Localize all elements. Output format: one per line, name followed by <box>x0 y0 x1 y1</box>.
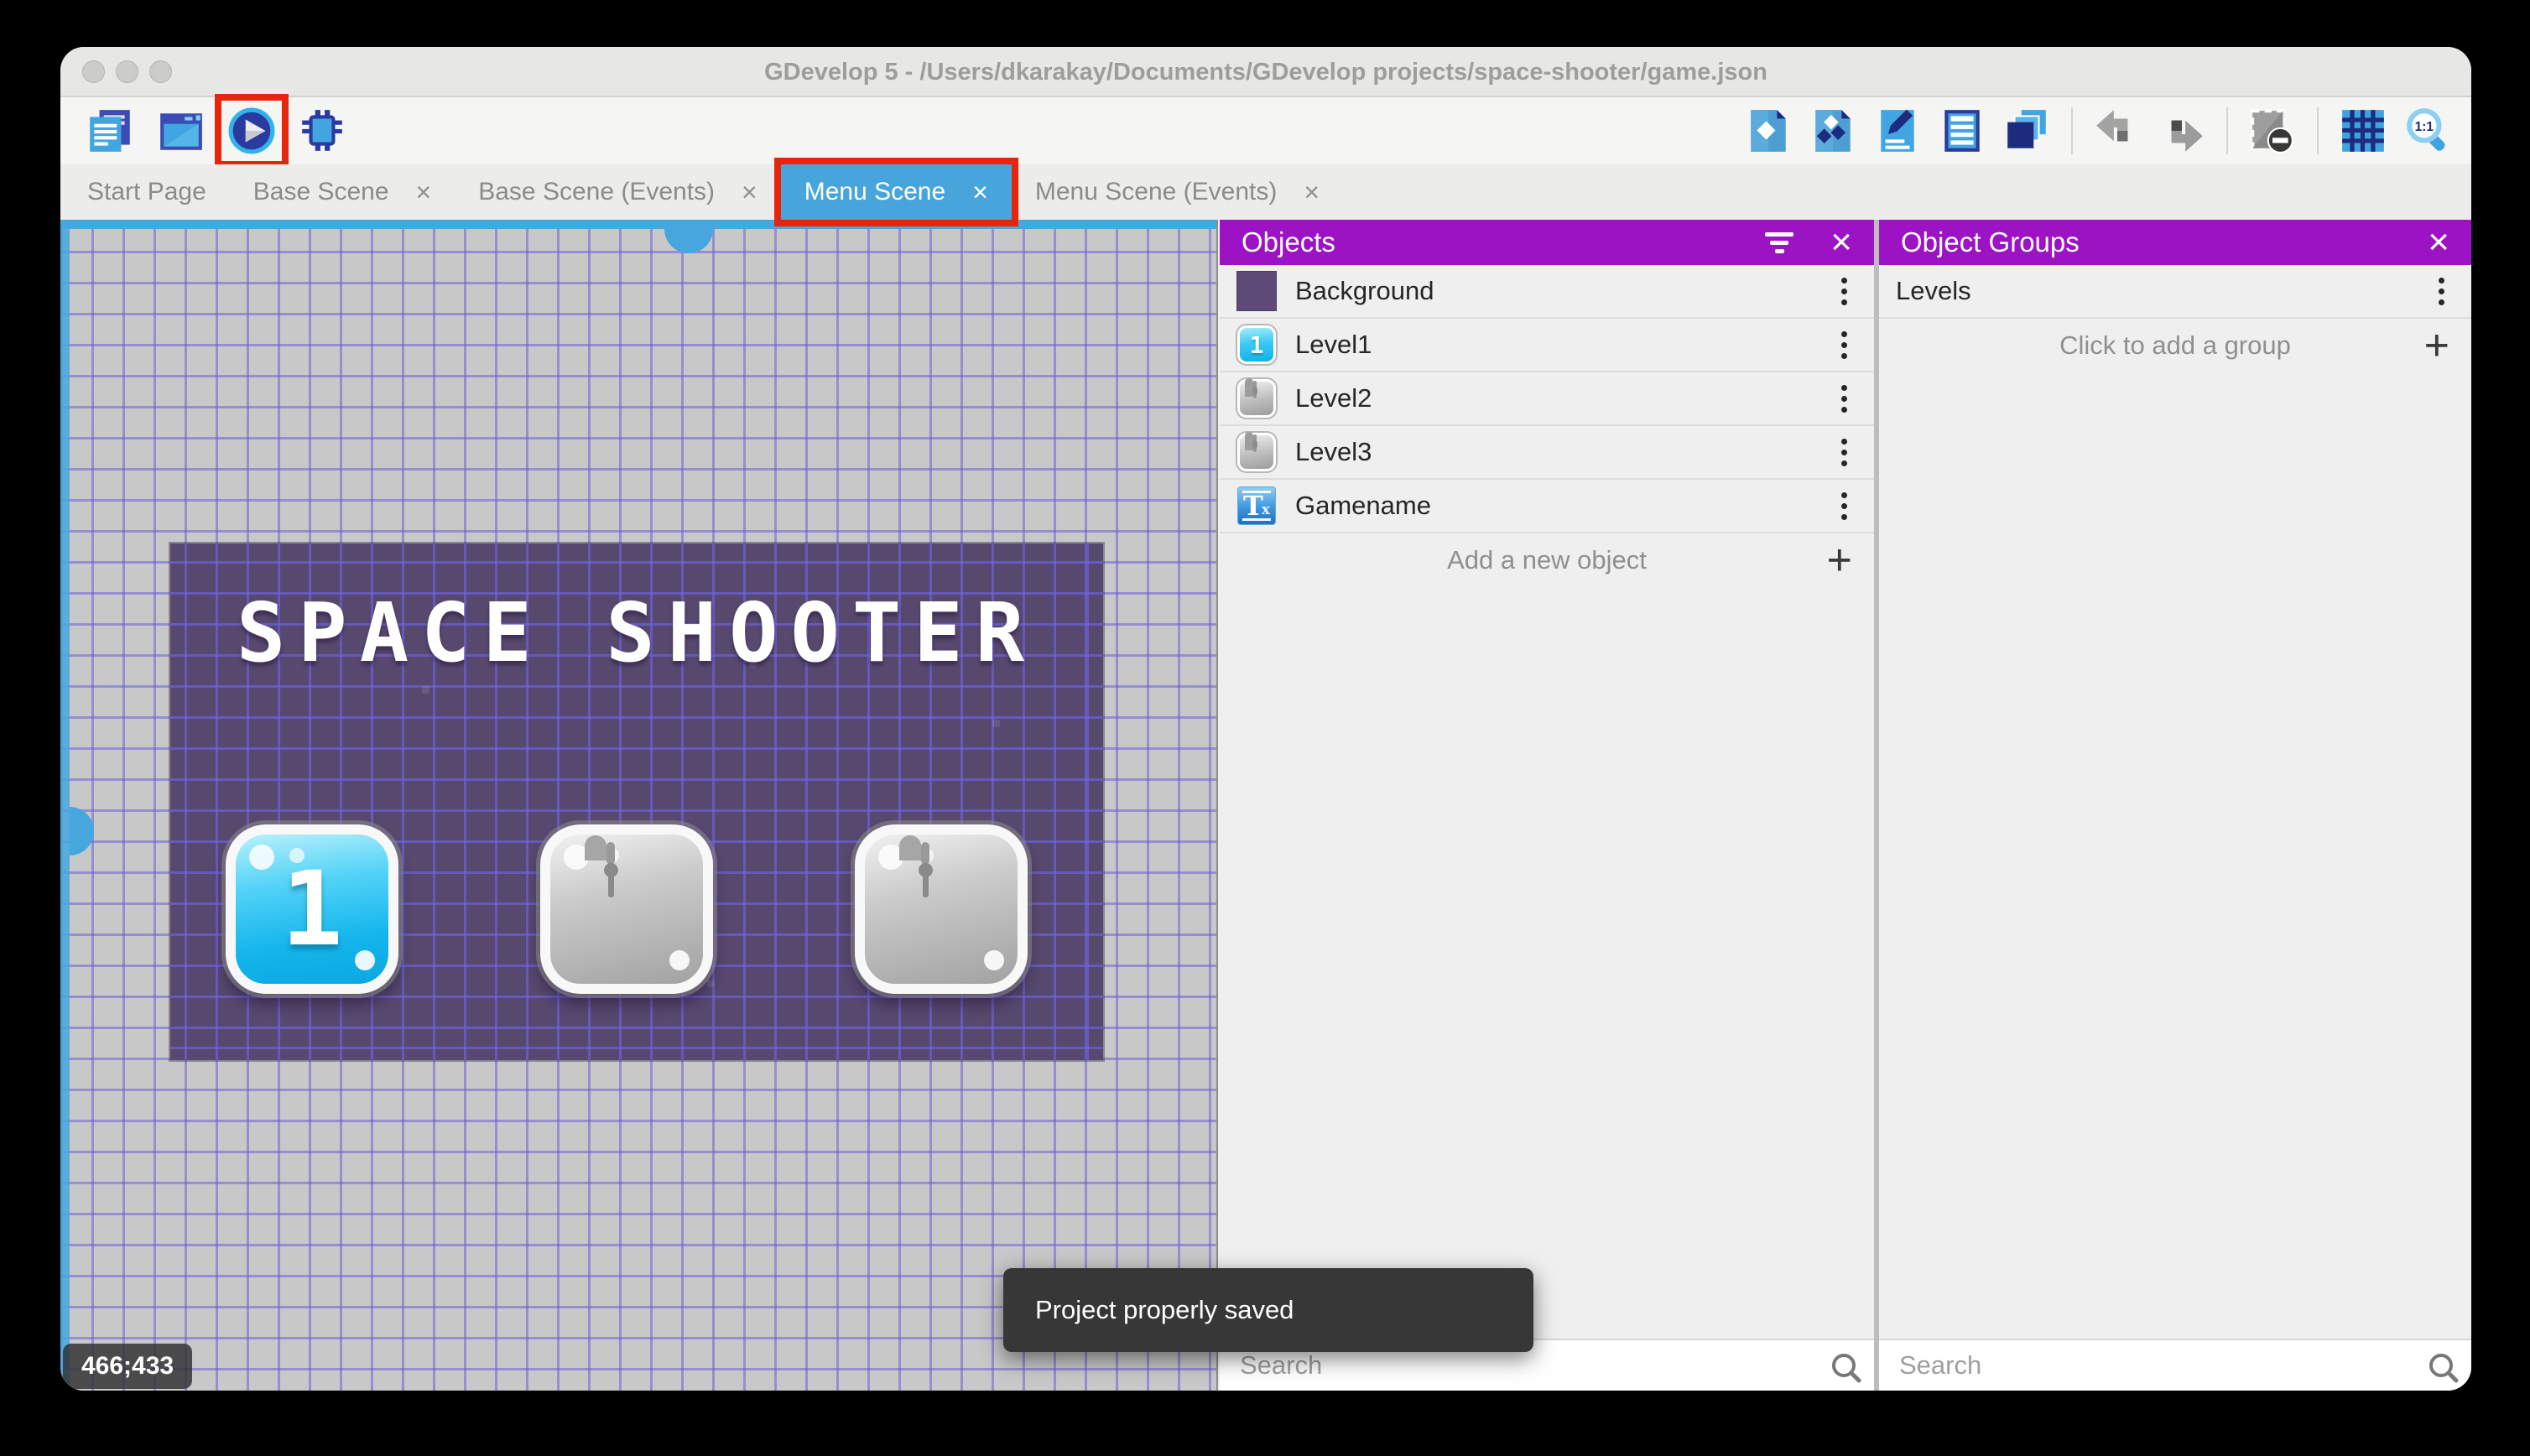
group-row-levels[interactable]: Levels <box>1879 265 2471 319</box>
vertical-scrollbar-knob[interactable] <box>70 807 94 855</box>
layers-icon[interactable] <box>2002 106 2052 156</box>
groups-search-bar <box>1879 1339 2471 1391</box>
redo-icon[interactable] <box>2157 106 2207 156</box>
add-new-object-row[interactable]: Add a new object + <box>1220 533 1874 587</box>
gdevelop-window: GDevelop 5 - /Users/dkarakay/Documents/G… <box>60 47 2471 1391</box>
object-row-level1[interactable]: 1 Level1 <box>1220 319 1874 372</box>
zoom-one-to-one-icon[interactable]: 1:1 <box>2402 106 2453 156</box>
row-menu-icon[interactable] <box>1830 271 1859 312</box>
tab-close-icon[interactable]: × <box>742 179 757 205</box>
tab-label: Base Scene (Events) <box>478 178 716 205</box>
screen: GDevelop 5 - /Users/dkarakay/Documents/G… <box>0 0 2530 1456</box>
tab-label: Base Scene <box>252 178 389 205</box>
row-menu-icon[interactable] <box>1830 325 1859 366</box>
background-thumbnail <box>1236 271 1277 311</box>
toolbar-right-group: 1:1 <box>1743 97 2453 164</box>
title-bar: GDevelop 5 - /Users/dkarakay/Documents/G… <box>60 47 2471 97</box>
main-toolbar: 1:1 <box>60 94 2471 168</box>
lock-icon <box>899 835 983 972</box>
filter-icon[interactable] <box>1765 231 1794 253</box>
objects-panel-header: Objects × <box>1220 220 1874 265</box>
tab-label: Menu Scene (Events) <box>1034 178 1278 205</box>
horizontal-scrollbar-knob[interactable] <box>664 229 713 253</box>
toolbar-separator <box>2317 107 2319 154</box>
groups-search-input[interactable] <box>1898 1349 2418 1381</box>
object-groups-panel-header: Object Groups × <box>1879 220 2471 265</box>
mask-icon[interactable] <box>2247 106 2298 156</box>
objects-panel-empty-space <box>1220 587 1874 1339</box>
gamename-thumbnail: Tx <box>1236 486 1277 526</box>
toolbar-separator <box>2071 107 2073 154</box>
objects-panel-title: Objects <box>1242 226 1335 257</box>
search-icon <box>1832 1354 1856 1377</box>
game-scene-window: SPACE SHOOTER 1 <box>170 543 1103 1060</box>
tab-close-icon[interactable]: × <box>1304 179 1320 205</box>
tab-menu-scene[interactable]: Menu Scene × <box>773 158 1018 226</box>
level2-button-object[interactable] <box>540 824 713 994</box>
plus-icon[interactable]: + <box>2424 319 2449 372</box>
scene-title-text-object[interactable]: SPACE SHOOTER <box>170 585 1103 680</box>
svg-text:1:1: 1:1 <box>2415 120 2434 134</box>
add-object-icon[interactable] <box>1743 106 1793 156</box>
object-row-level3[interactable]: Level3 <box>1220 426 1874 480</box>
row-menu-icon[interactable] <box>1830 378 1859 419</box>
level3-thumbnail <box>1236 432 1277 472</box>
tab-start-page[interactable]: Start Page <box>64 164 230 220</box>
grid-icon[interactable] <box>2338 106 2388 156</box>
close-icon[interactable]: × <box>1830 224 1852 261</box>
add-group-row[interactable]: Click to add a group + <box>1879 319 2471 372</box>
lock-icon <box>585 835 669 972</box>
objects-search-input[interactable] <box>1238 1349 1820 1381</box>
groups-panel-empty-space <box>1879 372 2471 1339</box>
row-menu-icon[interactable] <box>1830 432 1859 473</box>
properties-icon[interactable] <box>1872 106 1923 156</box>
object-row-level2[interactable]: Level2 <box>1220 372 1874 426</box>
object-row-background[interactable]: Background <box>1220 265 1874 319</box>
project-manager-icon[interactable] <box>86 106 136 156</box>
play-preview-icon[interactable] <box>215 94 289 168</box>
window-title: GDevelop 5 - /Users/dkarakay/Documents/G… <box>764 59 1767 86</box>
tab-base-scene-events[interactable]: Base Scene (Events) × <box>455 164 781 220</box>
tab-menu-scene-events[interactable]: Menu Scene (Events) × <box>1012 164 1343 220</box>
start-page-icon[interactable] <box>156 106 206 156</box>
level1-thumbnail: 1 <box>1236 325 1277 365</box>
toolbar-left-group <box>86 94 347 168</box>
editor-tab-bar: Start Page Base Scene × Base Scene (Even… <box>60 158 2471 226</box>
objects-panel: Objects × Background 1 Level1 Level2 Lev… <box>1220 220 1874 1391</box>
tab-close-icon[interactable]: × <box>972 179 988 205</box>
object-groups-icon[interactable] <box>1808 106 1858 156</box>
cursor-coordinates-badge: 466;433 <box>63 1344 193 1389</box>
close-icon[interactable]: × <box>2428 224 2449 261</box>
row-menu-icon[interactable] <box>2427 271 2456 312</box>
instances-list-icon[interactable] <box>1937 106 1987 156</box>
tab-label: Start Page <box>87 178 206 205</box>
tab-close-icon[interactable]: × <box>416 179 432 205</box>
horizontal-scrollbar[interactable] <box>60 220 1216 229</box>
row-menu-icon[interactable] <box>1830 486 1859 527</box>
tab-label: Menu Scene <box>804 178 946 205</box>
search-icon <box>2429 1354 2453 1377</box>
level1-button-object[interactable]: 1 <box>226 824 398 994</box>
vertical-scrollbar[interactable] <box>60 220 70 1391</box>
level3-button-object[interactable] <box>855 824 1028 994</box>
level2-thumbnail <box>1236 378 1277 419</box>
undo-icon[interactable] <box>2092 106 2142 156</box>
object-groups-panel-title: Object Groups <box>1901 226 2080 257</box>
scene-editor-canvas[interactable]: SPACE SHOOTER 1 466;433 <box>60 220 1218 1391</box>
toolbar-separator <box>2226 107 2228 154</box>
debug-icon[interactable] <box>297 106 347 156</box>
level1-number: 1 <box>281 850 343 969</box>
main-content: SPACE SHOOTER 1 466;433 Objects × Backgr… <box>60 220 2471 1391</box>
save-toast: Project properly saved <box>1003 1268 1533 1352</box>
plus-icon[interactable]: + <box>1827 533 1852 587</box>
object-row-gamename[interactable]: Tx Gamename <box>1220 480 1874 533</box>
tab-base-scene[interactable]: Base Scene × <box>230 164 455 220</box>
object-groups-panel: Object Groups × Levels Click to add a gr… <box>1879 220 2471 1391</box>
